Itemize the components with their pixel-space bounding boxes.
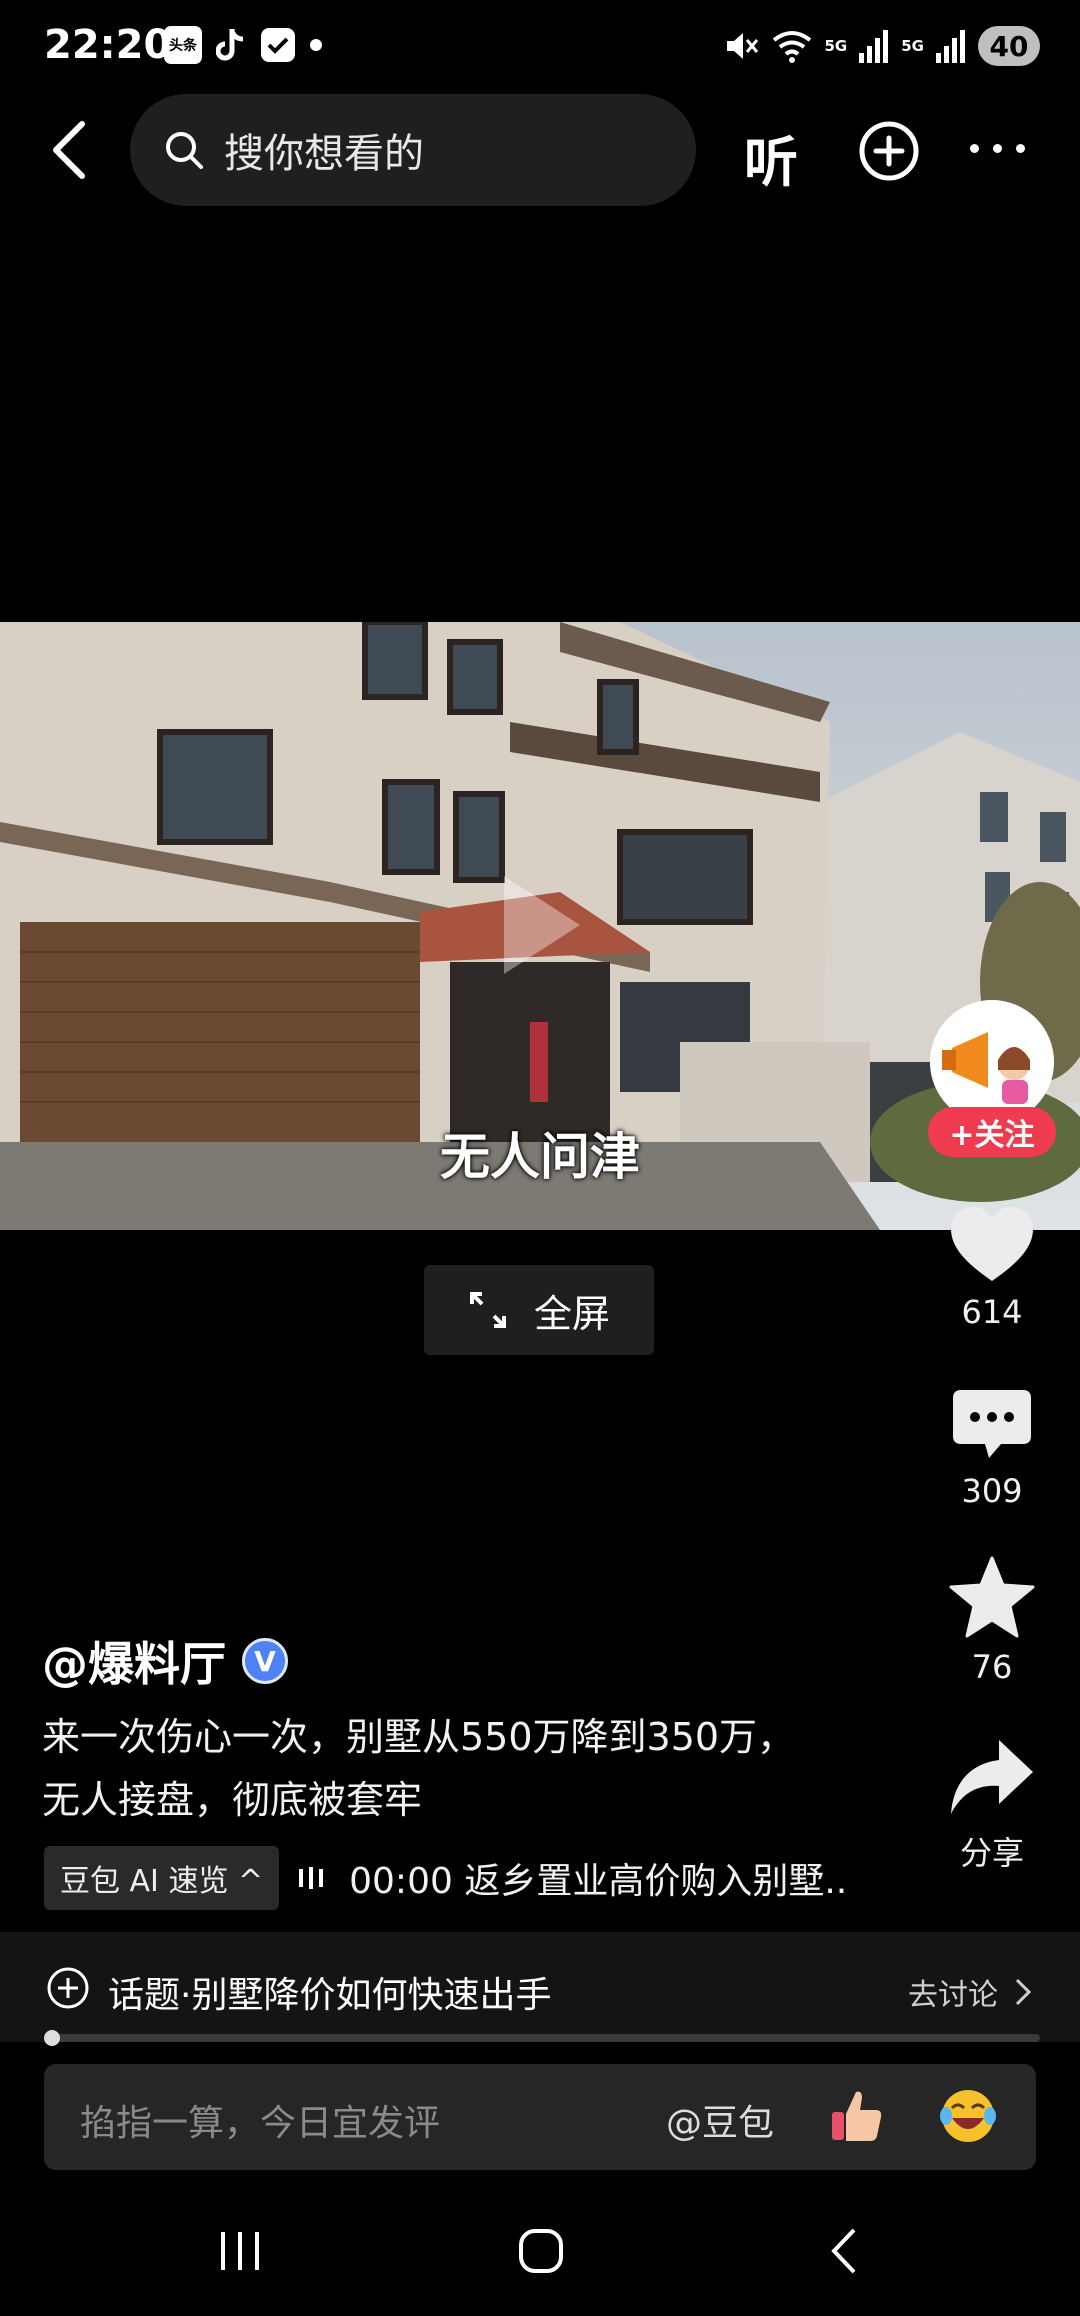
comment-icon [953,1390,1031,1458]
thumbs-up-icon[interactable] [826,2086,886,2146]
star-icon [949,1556,1035,1638]
system-navigation-bar [0,2196,1080,2316]
like-button[interactable]: 614 [930,1205,1054,1331]
comment-count: 309 [961,1472,1023,1510]
status-time: 22:20 [44,22,172,68]
ai-summary-row[interactable]: 豆包 AI 速览 ^ 00:00 返乡置业高价购入别墅.. [44,1846,847,1910]
notification-icons: 头条 [164,26,322,64]
heart-icon [951,1207,1033,1281]
laughing-emoji-icon[interactable] [938,2086,998,2146]
audio-bars-icon [299,1867,324,1889]
battery-indicator: 40 [978,26,1040,66]
favorite-button[interactable]: 76 [930,1556,1054,1686]
comment-placeholder: 掐指一算，今日宜发评 [80,2103,441,2144]
follow-button[interactable]: +关注 [928,1107,1056,1157]
status-bar: 22:20 头条 5G 5G 40 [0,0,1080,90]
author-name-row[interactable]: @爆料厅 V [42,1628,288,1694]
expand-icon [469,1292,506,1328]
search-input[interactable]: 搜你想看的 [130,94,696,206]
like-count: 614 [961,1293,1023,1331]
check-app-icon [261,28,295,62]
more-options-icon[interactable] [970,144,1025,153]
favorite-count: 76 [971,1648,1013,1686]
author-avatar[interactable] [930,1000,1054,1124]
system-back-icon[interactable] [822,2226,872,2276]
author-name[interactable]: @爆料厅 [42,1628,226,1694]
discuss-label: 去讨论 [908,1978,998,2013]
share-arrow-icon [951,1740,1033,1814]
search-icon [166,132,203,169]
topic-plus-icon [47,1967,89,2009]
megaphone-avatar-icon [930,1000,1054,1124]
comment-input[interactable]: 掐指一算，今日宜发评 @豆包 [44,2064,1036,2170]
add-circle-icon[interactable] [858,120,920,182]
mute-icon [726,33,758,59]
description-line: 无人接盘，彻底被套牢 [42,1778,423,1822]
topic-bar[interactable]: 话题·别墅降价如何快速出手 去讨论 [0,1932,1080,2042]
wifi-icon [772,31,811,63]
toutiao-app-icon: 头条 [164,26,202,64]
top-navigation: 搜你想看的 听 [0,90,1080,210]
signal-icon [859,30,889,63]
progress-handle[interactable] [44,2030,60,2046]
fullscreen-button[interactable]: 全屏 [424,1265,654,1355]
description-line: 来一次伤心一次，别墅从550万降到350万， [42,1715,796,1759]
back-icon[interactable] [44,118,94,182]
ai-summary-text: 00:00 返乡置业高价购入别墅.. [349,1861,848,1902]
verified-badge-icon: V [242,1638,288,1684]
tiktok-icon [216,29,244,61]
fullscreen-label: 全屏 [533,1291,610,1336]
mention-doubao-button[interactable]: @豆包 [666,2094,774,2146]
play-icon[interactable] [496,870,586,980]
comment-button[interactable]: 309 [930,1388,1054,1510]
listen-button[interactable]: 听 [744,118,798,197]
ai-summary-chip[interactable]: 豆包 AI 速览 ^ [44,1846,280,1910]
recent-apps-icon[interactable] [215,2226,265,2276]
search-placeholder: 搜你想看的 [224,131,424,177]
video-player[interactable]: 无人问津 [0,622,1080,1230]
share-button[interactable]: 分享 [930,1738,1054,1874]
topic-label: 话题·别墅降价如何快速出手 [108,1975,552,2016]
signal-icon-2 [936,30,965,63]
share-label: 分享 [959,1834,1024,1872]
video-progress-bar[interactable] [44,2030,1040,2046]
network-type-1: 5G [824,37,848,55]
home-icon[interactable] [516,2226,566,2276]
system-status-icons: 5G 5G 40 [723,26,1040,66]
network-type-2: 5G [901,37,924,55]
post-description[interactable]: 来一次伤心一次，别墅从550万降到350万， 无人接盘，彻底被套牢 [42,1706,902,1832]
chevron-right-icon [1015,1978,1032,2006]
notification-dot [310,39,322,51]
video-subtitle: 无人问津 [440,1128,640,1186]
discuss-link[interactable]: 去讨论 [908,1970,1032,2014]
